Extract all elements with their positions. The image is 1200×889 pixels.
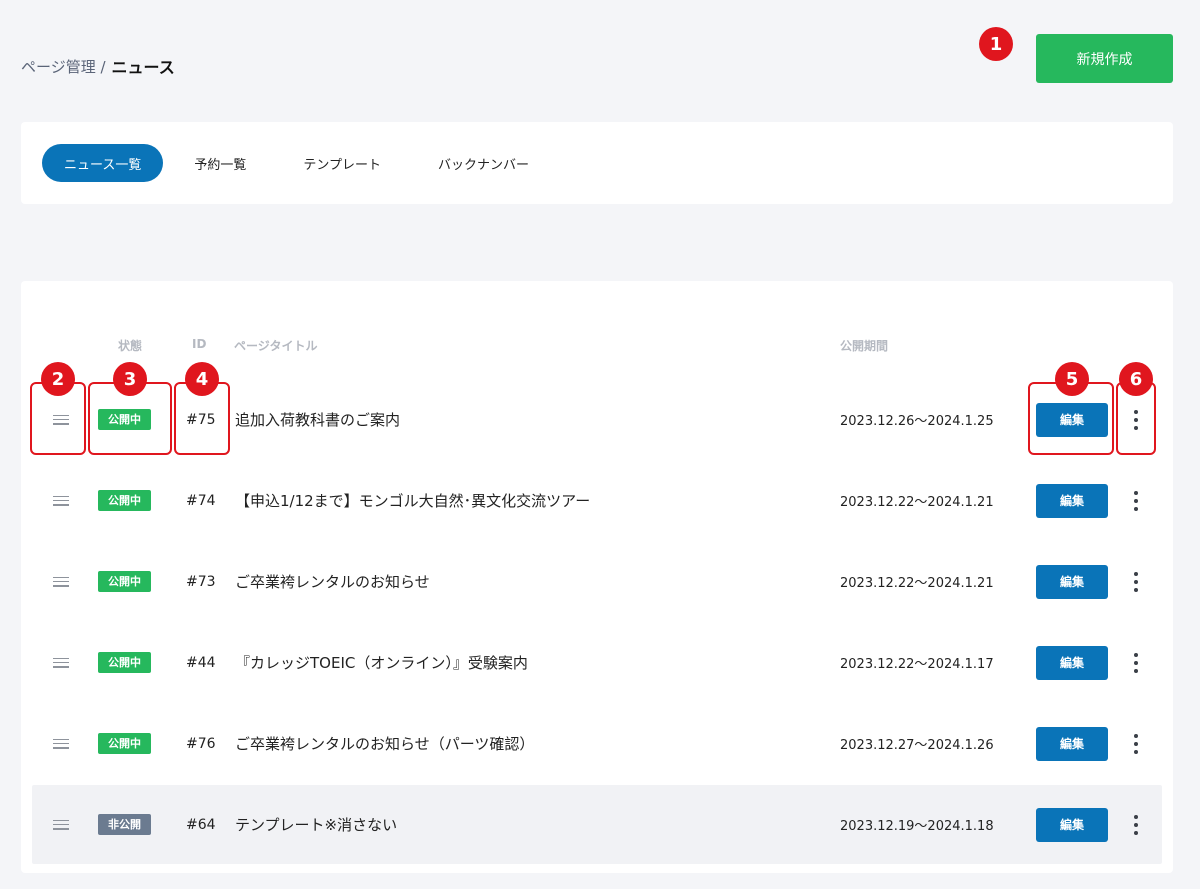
- edit-cell: 編集: [1036, 704, 1108, 783]
- tabs-panel: ニュース一覧 予約一覧 テンプレート バックナンバー: [21, 122, 1173, 204]
- row-title: ご卒業袴レンタルのお知らせ: [235, 573, 430, 591]
- annotation-4: 4: [185, 362, 219, 396]
- new-create-button[interactable]: 新規作成: [1036, 34, 1173, 83]
- status-badge: 公開中: [98, 733, 151, 754]
- row-period: 2023.12.26〜2024.1.25: [840, 414, 994, 429]
- row-period: 2023.12.22〜2024.1.17: [840, 657, 994, 672]
- header-period: 公開期間: [840, 339, 889, 353]
- table-row: 公開中 #74 【申込1/12まで】モンゴル大自然･異文化交流ツアー 2023.12.…: [32, 461, 1162, 540]
- annotation-1: 1: [979, 27, 1013, 61]
- status-badge: 公開中: [98, 490, 151, 511]
- drag-handle-icon[interactable]: [46, 542, 76, 621]
- row-id: #76: [186, 735, 216, 752]
- drag-handle-icon[interactable]: [46, 785, 76, 864]
- more-options-icon[interactable]: [1126, 785, 1146, 864]
- more-options-icon[interactable]: [1126, 704, 1146, 783]
- edit-button[interactable]: 編集: [1036, 807, 1108, 842]
- status-badge: 非公開: [98, 814, 151, 835]
- drag-handle-icon[interactable]: [46, 623, 76, 702]
- edit-cell: 編集: [1036, 623, 1108, 702]
- breadcrumb-parent[interactable]: ページ管理 /: [21, 56, 106, 77]
- row-title: ご卒業袴レンタルのお知らせ（パーツ確認）: [235, 735, 535, 753]
- header-title: ページタイトル: [234, 339, 318, 353]
- tab-reservations[interactable]: 予約一覧: [163, 144, 272, 182]
- row-period: 2023.12.22〜2024.1.21: [840, 576, 994, 591]
- header-id: ID: [192, 337, 207, 351]
- tab-back-numbers[interactable]: バックナンバー: [407, 144, 555, 182]
- table-row: 公開中 #44 『カレッジTOEIC（オンライン）』受験案内 2023.12.22〜2…: [32, 623, 1162, 702]
- header-status: 状態: [118, 339, 143, 353]
- status-cell: 公開中: [98, 461, 151, 540]
- status-cell: 公開中: [98, 623, 151, 702]
- tab-news-list[interactable]: ニュース一覧: [42, 144, 164, 182]
- edit-cell: 編集: [1036, 542, 1108, 621]
- edit-cell: 編集: [1036, 785, 1108, 864]
- row-period: 2023.12.22〜2024.1.21: [840, 495, 994, 510]
- row-period: 2023.12.27〜2024.1.26: [840, 738, 994, 753]
- row-id: #64: [186, 816, 216, 833]
- drag-handle-icon[interactable]: [46, 704, 76, 783]
- status-badge: 公開中: [98, 571, 151, 592]
- table-row: 公開中 #73 ご卒業袴レンタルのお知らせ 2023.12.22〜2024.1.21 編…: [32, 542, 1162, 621]
- row-title: テンプレート※消さない: [235, 816, 398, 834]
- edit-button[interactable]: 編集: [1036, 564, 1108, 599]
- breadcrumb: ページ管理 / ニュース: [21, 54, 175, 78]
- status-badge: 公開中: [98, 652, 151, 673]
- row-title: 追加入荷教科書のご案内: [235, 411, 401, 429]
- more-options-icon[interactable]: [1126, 623, 1146, 702]
- row-title: 『カレッジTOEIC（オンライン）』受験案内: [235, 654, 528, 672]
- edit-button[interactable]: 編集: [1036, 726, 1108, 761]
- row-id: #73: [186, 573, 216, 590]
- edit-button[interactable]: 編集: [1036, 645, 1108, 680]
- edit-cell: 編集: [1036, 461, 1108, 540]
- status-cell: 公開中: [98, 542, 151, 621]
- annotation-3: 3: [113, 362, 147, 396]
- annotation-5: 5: [1055, 362, 1089, 396]
- status-cell: 公開中: [98, 704, 151, 783]
- annotation-2: 2: [41, 362, 75, 396]
- tab-bar: ニュース一覧 予約一覧 テンプレート バックナンバー: [42, 144, 555, 182]
- table-row: 公開中 #76 ご卒業袴レンタルのお知らせ（パーツ確認） 2023.12.27〜202…: [32, 704, 1162, 783]
- breadcrumb-current: ニュース: [111, 58, 175, 77]
- table-row: 非公開 #64 テンプレート※消さない 2023.12.19〜2024.1.18 編集: [32, 785, 1162, 864]
- more-options-icon[interactable]: [1126, 542, 1146, 621]
- edit-button[interactable]: 編集: [1036, 483, 1108, 518]
- status-cell: 非公開: [98, 785, 151, 864]
- tab-templates[interactable]: テンプレート: [272, 144, 407, 182]
- row-id: #74: [186, 492, 216, 509]
- annotation-6: 6: [1119, 362, 1153, 396]
- row-id: #44: [186, 654, 216, 671]
- drag-handle-icon[interactable]: [46, 461, 76, 540]
- row-title: 【申込1/12まで】モンゴル大自然･異文化交流ツアー: [235, 492, 591, 510]
- more-options-icon[interactable]: [1126, 461, 1146, 540]
- row-period: 2023.12.19〜2024.1.18: [840, 819, 994, 834]
- table-header: 状態 ID ページタイトル 公開期間: [21, 335, 1173, 355]
